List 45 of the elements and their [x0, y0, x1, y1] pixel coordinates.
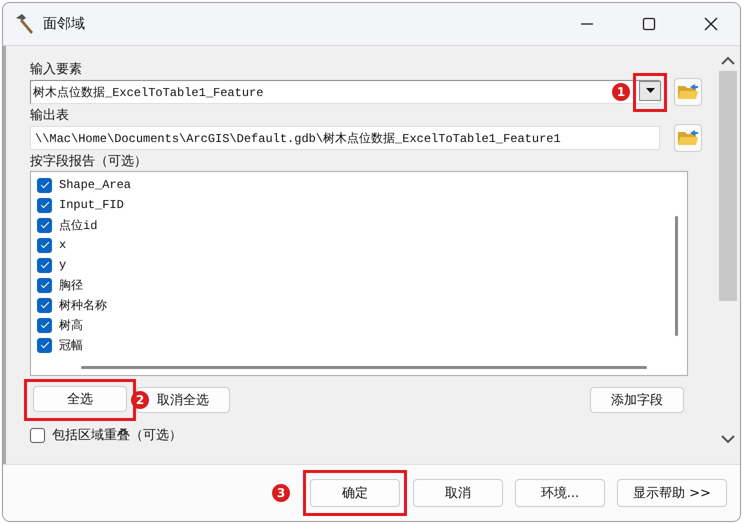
checkbox[interactable] [37, 198, 52, 212]
folder-icon [677, 129, 699, 147]
output-table-field[interactable]: \\Mac\Home\Documents\ArcGIS\Default.gdb\树木点位数据_ExcelToTable1_Feature1 [30, 126, 660, 150]
browse-button[interactable] [674, 124, 702, 152]
checkbox[interactable] [37, 218, 52, 232]
list-button[interactable]: 全选 [33, 386, 127, 412]
scrollbar-thumb[interactable] [719, 71, 737, 301]
field-name: 冠幅 [59, 338, 83, 354]
checkbox[interactable] [37, 178, 52, 192]
field-label: 输入要素 [30, 62, 83, 78]
checkbox[interactable] [37, 258, 52, 272]
caret-icon [646, 88, 654, 93]
list-button[interactable]: 添加字段 [590, 387, 684, 413]
dialog-button[interactable]: 显示帮助 >> [617, 479, 727, 507]
checkbox[interactable] [30, 428, 45, 442]
callout-number: 3 [272, 484, 290, 502]
field-name: Input_FID [59, 198, 124, 212]
scroll-up-icon[interactable] [721, 56, 735, 65]
checkbox[interactable] [37, 278, 52, 292]
field-name: 树种名称 [59, 298, 107, 314]
checkbox[interactable] [37, 338, 52, 352]
field-label: 输出表 [30, 108, 70, 124]
field-name: y [59, 258, 66, 272]
checkbox[interactable] [37, 298, 52, 312]
dialog-button[interactable]: 环境... [515, 479, 605, 507]
dialog-button[interactable]: 取消 [413, 479, 503, 507]
field-name: 胸径 [59, 278, 83, 294]
checkbox[interactable] [37, 238, 52, 252]
browse-button[interactable] [674, 78, 702, 106]
field-label: 按字段报告（可选） [30, 154, 148, 170]
dialog-button[interactable]: 确定 [310, 479, 400, 507]
field-name: x [59, 238, 66, 252]
window-title: 面邻域 [43, 15, 85, 33]
maximize-icon[interactable] [642, 17, 656, 31]
scrollbar-thumb[interactable] [675, 216, 678, 336]
close-icon[interactable] [704, 17, 718, 31]
checkbox-label: 包括区域重叠（可选） [52, 427, 182, 444]
field-name: 点位id [59, 218, 98, 234]
scroll-down-icon[interactable] [721, 435, 735, 444]
folder-icon [677, 83, 699, 101]
scrollbar-thumb[interactable] [81, 366, 647, 369]
dropdown-button[interactable] [639, 80, 661, 100]
field-name: 树高 [59, 318, 83, 334]
checkbox[interactable] [37, 318, 52, 332]
field-name: Shape_Area [59, 178, 132, 192]
